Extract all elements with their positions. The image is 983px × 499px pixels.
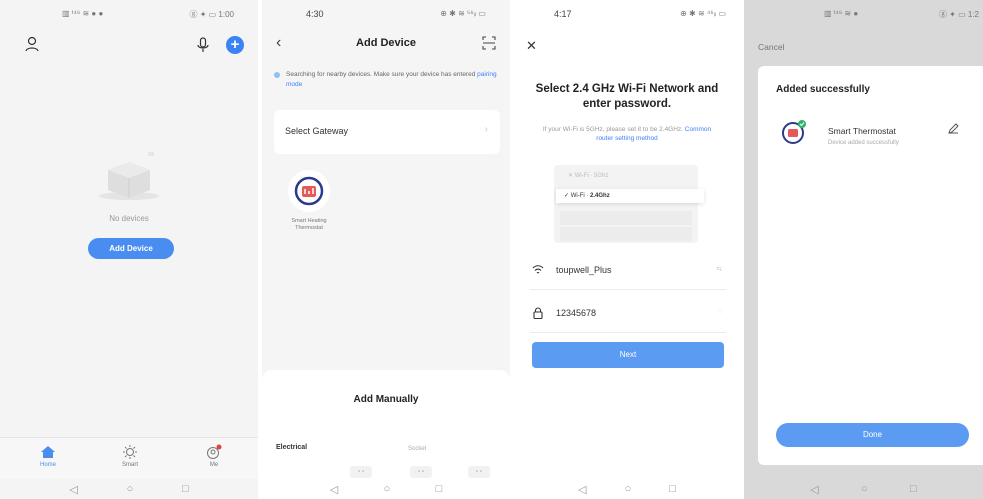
status-bar: ▥ ᵗ⁴⁶ ≋ ● ⓖ ✦ ▭ 1:2 [744,9,983,23]
status-bar: 4:17 ⊕ ✱ ≋ ⁴⁶ᵢₗ ▭ [514,9,740,23]
thermostat-success-icon [778,118,808,148]
edit-pencil-icon[interactable] [948,122,959,134]
category-socket[interactable]: Socket [408,446,426,452]
tab-me[interactable]: Me [194,444,234,468]
status-time: 4:17 [554,9,572,19]
status-icons-left: ▥ ᵗ⁴⁶ ≋ ● ● [62,9,104,18]
next-button[interactable]: Next [532,342,724,368]
chevron-right-icon: › [484,124,488,135]
lock-icon [533,307,543,319]
home-screen: ▥ ᵗ⁴⁶ ≋ ● ● ⓖ ✦ ▭ 1:00 + No devices Add … [0,0,258,499]
home-top-bar: + [0,34,258,58]
sun-icon [123,445,137,459]
status-time: 4:30 [306,9,324,19]
wifi-setup-screen: 4:17 ⊕ ✱ ≋ ⁴⁶ᵢₗ ▭ ✕ Select 2.4 GHz Wi-Fi… [514,0,740,499]
system-nav-bar: ◁ ○ □ [0,479,258,499]
back-nav-icon[interactable]: ◁ [810,483,818,496]
select-gateway-row[interactable]: Select Gateway › [274,110,500,154]
back-nav-icon[interactable]: ◁ [69,483,77,496]
device-type-tile[interactable]: ▫ ▫ [350,466,372,478]
status-bar: 4:30 ⊕ ✱ ≋ ⁵⁶ᵢₗ ▭ [262,9,510,23]
status-icons-right: ⊕ ✱ ≋ ⁴⁶ᵢₗ ▭ [680,9,726,18]
recents-nav-icon[interactable]: □ [182,483,189,495]
select-gateway-label: Select Gateway [285,126,349,136]
wifi-subtitle-text: If your Wi-Fi is 5GHz, please set it to … [542,126,685,133]
done-button[interactable]: Done [776,423,969,447]
thermostat-device-icon [288,170,330,212]
add-manually-title: Add Manually [353,394,419,405]
bottom-tab-bar: Home Smart Me [0,437,258,479]
wifi-ssid-value: toupwell_Plus [556,265,612,275]
back-nav-icon[interactable]: ◁ [330,483,338,496]
status-icons-right: ⓖ ✦ ▭ 1:00 [189,10,235,19]
back-nav-icon[interactable]: ◁ [578,483,586,496]
status-bar: ▥ ᵗ⁴⁶ ≋ ● ● ⓖ ✦ ▭ 1:00 [0,9,258,23]
system-nav-bar: ◁ ○ □ [262,479,510,499]
searching-dot-icon [274,72,280,78]
tab-home-label: Home [39,462,56,468]
wifi-password-field[interactable]: 12345678 ◌ [530,295,726,333]
home-nav-icon[interactable]: ○ [384,483,391,495]
wifi-band-illustration: ✕ Wi-Fi · 5Ghz ✓ Wi-Fi · 2.4Ghz [554,165,704,243]
eye-icon[interactable]: ◌ [718,308,722,315]
wifi-subtitle: If your Wi-Fi is 5GHz, please set it to … [534,125,720,143]
user-badge-icon [207,444,222,459]
add-manually-panel: Add Manually Electrical Socket ▫ ▫ ▫ ▫ ▫… [262,370,510,479]
recents-nav-icon[interactable]: □ [910,483,917,495]
home-nav-icon[interactable]: ○ [625,483,632,495]
status-icons-left: ▥ ᵗ⁴⁶ ≋ ● [824,9,859,18]
recents-nav-icon[interactable]: □ [436,483,443,495]
wifi-5ghz-row: ✕ Wi-Fi · 5Ghz [560,169,692,183]
wifi-title: Select 2.4 GHz Wi-Fi Network and enter p… [535,83,719,110]
tab-home[interactable]: Home [28,444,68,468]
home-nav-icon[interactable]: ○ [127,483,134,495]
wifi-icon [532,265,544,274]
status-icons-right: ⓖ ✦ ▭ 1:2 [938,10,979,19]
added-success-screen: ▥ ᵗ⁴⁶ ≋ ● ⓖ ✦ ▭ 1:2 Cancel Added success… [744,0,983,499]
device-type-tile[interactable]: ▫ ▫ [468,466,490,478]
home-icon [41,446,55,458]
wifi-placeholder-row [560,227,692,241]
scan-icon[interactable] [482,36,496,50]
add-device-screen: 4:30 ⊕ ✱ ≋ ⁵⁶ᵢₗ ▭ ‹ Add Device Searching… [262,0,510,499]
added-device-status: Device added successfully [828,140,899,146]
wifi-24ghz-prefix: ✓ Wi-Fi · [564,193,591,199]
category-electrical[interactable]: Electrical [276,444,307,451]
success-card: Added successfully Smart Thermostat Devi… [758,66,983,465]
microphone-icon[interactable] [196,37,210,53]
added-device-name: Smart Thermostat [828,126,896,136]
wifi-ssid-field[interactable]: toupwell_Plus ⇆ [530,252,726,290]
home-nav-icon[interactable]: ○ [861,483,868,495]
searching-notice: Searching for nearby devices. Make sure … [274,70,500,90]
found-device-item[interactable]: Smart Heating Thermostat [284,170,334,232]
device-type-tile[interactable]: ▫ ▫ [410,466,432,478]
cancel-button[interactable]: Cancel [758,42,784,52]
empty-box-icon [99,152,159,200]
wifi-24ghz-row: ✓ Wi-Fi · 2.4Ghz [556,189,704,203]
screenshot-strip: ▥ ᵗ⁴⁶ ≋ ● ● ⓖ ✦ ▭ 1:00 + No devices Add … [0,0,983,499]
recents-nav-icon[interactable]: □ [669,483,676,495]
added-success-title: Added successfully [776,84,870,95]
add-device-header: ‹ Add Device [262,34,510,58]
switch-network-icon[interactable]: ⇆ [716,265,722,273]
add-device-button[interactable]: Add Device [88,238,174,259]
profile-icon[interactable] [24,36,40,52]
tab-me-label: Me [209,462,219,468]
page-title: Add Device [356,37,416,49]
wifi-placeholder-row [560,211,692,225]
close-icon[interactable]: ✕ [526,38,537,54]
searching-text: Searching for nearby devices. Make sure … [286,71,478,78]
tab-smart[interactable]: Smart [110,444,150,468]
tab-smart-label: Smart [121,462,138,468]
wifi-24ghz-label: 2.4Ghz [590,193,610,199]
wifi-5ghz-label: ✕ Wi-Fi · 5Ghz [568,173,609,179]
system-nav-bar: ◁ ○ □ [514,479,740,499]
system-nav-bar: ◁ ○ □ [744,479,983,499]
no-devices-text: No devices [109,214,149,223]
found-device-name: Smart Heating Thermostat [291,218,327,231]
add-plus-icon[interactable]: + [226,36,244,54]
wifi-password-value: 12345678 [556,308,597,318]
status-icons-right: ⊕ ✱ ≋ ⁵⁶ᵢₗ ▭ [440,9,486,18]
